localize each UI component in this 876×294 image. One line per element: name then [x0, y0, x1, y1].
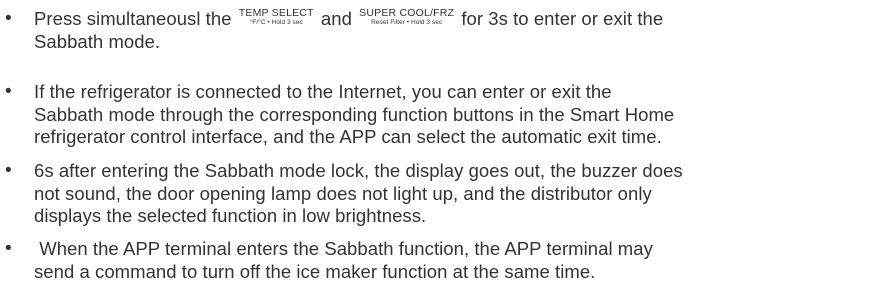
temp-select-label: TEMP SELECT [238, 7, 314, 19]
text-line: not sound, the door opening lamp does no… [34, 182, 652, 204]
text-line: 6s after entering the Sabbath mode lock,… [34, 160, 683, 181]
super-cool-button-label: SUPER COOL/FRZ Reset Filter • Hold 3 sec [359, 7, 454, 27]
instruction-suffix: for 3s to enter or exit the [461, 8, 664, 29]
text-line: displays the selected function in low br… [34, 205, 427, 226]
bullet-text: When the APP terminal enters the Sabbath… [34, 238, 870, 283]
super-cool-label: SUPER COOL/FRZ [359, 7, 455, 19]
bullet-marker: • [5, 238, 12, 259]
temp-select-sublabel: °F/°C • Hold 3 sec [249, 19, 303, 26]
bullet-marker: • [5, 81, 12, 102]
bullet-text: If the refrigerator is connected to the … [34, 81, 870, 149]
bullet-marker: • [5, 160, 12, 181]
bullet-marker: • [5, 8, 12, 29]
text-line: Sabbath mode. [34, 30, 161, 52]
text-line: Press simultaneousl the TEMP SELECT °F/°C… [34, 7, 870, 31]
bullet-text: Press simultaneousl the TEMP SELECT °F/°C… [34, 7, 870, 53]
text-line: send a command to turn off the ice maker… [34, 260, 596, 282]
text-line: When the APP terminal enters the Sabbath… [34, 238, 653, 259]
instruction-joiner: and [320, 8, 352, 29]
instruction-prefix: Press simultaneousl the [34, 8, 232, 29]
temp-select-button-label: TEMP SELECT °F/°C • Hold 3 sec [239, 7, 314, 27]
bullet-text: 6s after entering the Sabbath mode lock,… [34, 160, 870, 228]
text-line: refrigerator control interface, and the … [34, 126, 662, 147]
text-line: Sabbath mode through the corresponding f… [34, 103, 675, 125]
sabbath-mode-instructions: • Press simultaneousl the TEMP SELECT °F/… [0, 0, 876, 294]
text-line: If the refrigerator is connected to the … [34, 81, 612, 102]
super-cool-sublabel: Reset Filter • Hold 3 sec [371, 19, 443, 26]
